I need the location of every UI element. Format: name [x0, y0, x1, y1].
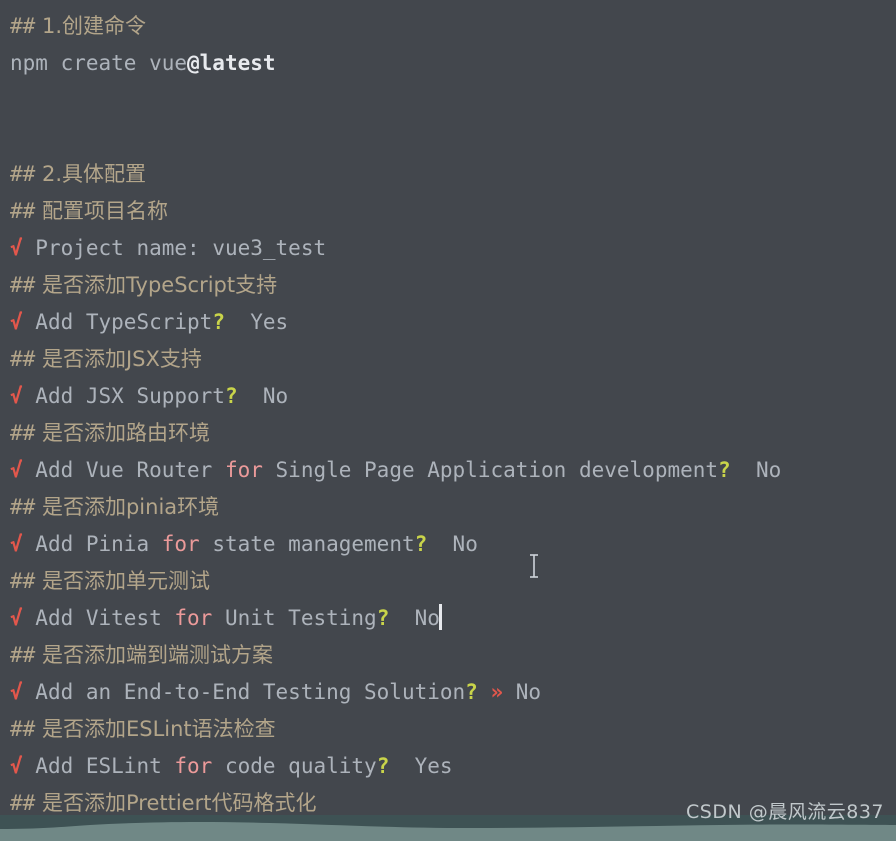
comment-text: 是否添加路由环境 — [35, 421, 210, 445]
blank-line[interactable] — [0, 119, 896, 156]
prompt-line[interactable]: √ Add TypeScript? Yes — [0, 304, 896, 341]
prompt-answer: Yes — [224, 310, 289, 334]
prompt-line[interactable]: npm create vue@latest — [0, 45, 896, 82]
prompt-answer: No — [730, 458, 782, 482]
checkmark-icon: √ — [10, 680, 23, 704]
comment-text: 2.具体配置 — [35, 162, 147, 186]
prompt-answer: No — [427, 532, 478, 556]
question-mark: ? — [718, 458, 731, 482]
comment-hash: ## — [10, 14, 36, 38]
prompt-line[interactable]: √ Add Pinia for state management? No — [0, 526, 896, 563]
comment-line[interactable]: ## 是否添加JSX支持 — [0, 341, 896, 378]
prompt-label-tail: state management — [199, 532, 415, 556]
prompt-label: Add Vue Router — [22, 458, 225, 482]
prompt-label: Add Vitest — [22, 606, 175, 630]
prompt-line[interactable]: √ Add JSX Support? No — [0, 378, 896, 415]
question-mark: ? — [414, 532, 428, 556]
comment-text: 是否添加单元测试 — [35, 569, 210, 593]
comment-hash: ## — [10, 569, 36, 593]
comment-hash: ## — [10, 717, 36, 741]
prompt-label: Add Pinia — [22, 532, 162, 556]
prompt-label-tail: Unit Testing — [212, 606, 377, 630]
prompt-answer: Yes — [389, 754, 453, 778]
comment-hash: ## — [10, 643, 36, 667]
prompt-answer: No — [389, 606, 440, 630]
prompt-line[interactable]: √ Project name: vue3_test — [0, 230, 896, 267]
prompt-keyword: for — [174, 754, 213, 778]
code-editor-screenshot: ## 1.创建命令 npm create vue@latest ## 2.具体配置… — [0, 0, 896, 841]
comment-hash: ## — [10, 199, 36, 223]
checkmark-icon: √ — [10, 384, 23, 408]
prompt-keyword: for — [224, 458, 263, 482]
comment-hash: ## — [10, 273, 36, 297]
comment-line[interactable]: ## 是否添加TypeScript支持 — [0, 267, 896, 304]
question-mark: ? — [376, 754, 390, 778]
checkmark-icon: √ — [10, 236, 23, 260]
double-chevron-icon: » — [477, 680, 504, 704]
comment-line[interactable]: ## 是否添加单元测试 — [0, 563, 896, 600]
comment-text: 是否添加Prettiert代码格式化 — [35, 791, 317, 815]
checkmark-icon: √ — [10, 532, 23, 556]
comment-hash: ## — [10, 162, 36, 186]
comment-line[interactable]: ## 是否添加ESLint语法检查 — [0, 711, 896, 748]
prompt-label: Project name: — [22, 236, 213, 260]
prompt-label: Add TypeScript — [22, 310, 213, 334]
comment-line[interactable]: ## 2.具体配置 — [0, 156, 896, 193]
command-version-tag: @latest — [187, 51, 276, 75]
question-mark: ? — [212, 310, 225, 334]
prompt-answer: No — [503, 680, 542, 704]
question-mark: ? — [465, 680, 478, 704]
prompt-line[interactable]: √ Add Vue Router for Single Page Applica… — [0, 452, 896, 489]
comment-line[interactable]: ## 是否添加端到端测试方案 — [0, 637, 896, 674]
comment-hash: ## — [10, 347, 36, 371]
comment-hash: ## — [10, 791, 36, 815]
command-plain: npm create vue — [10, 51, 188, 75]
comment-line[interactable]: ## 1.创建命令 — [0, 8, 896, 45]
checkmark-icon: √ — [10, 606, 23, 630]
comment-text: 是否添加JSX支持 — [35, 347, 202, 371]
comment-line[interactable]: ## 是否添加路由环境 — [0, 415, 896, 452]
comment-hash: ## — [10, 495, 36, 519]
prompt-label: Add an End-to-End Testing Solution — [22, 680, 466, 704]
checkmark-icon: √ — [10, 754, 23, 778]
prompt-label-tail: code quality — [212, 754, 377, 778]
checkmark-icon: √ — [10, 310, 23, 334]
prompt-answer: No — [237, 384, 289, 408]
prompt-keyword: for — [161, 532, 200, 556]
csdn-watermark: CSDN @晨风流云837 — [686, 801, 884, 823]
prompt-keyword: for — [174, 606, 213, 630]
prompt-answer: vue3_test — [212, 236, 327, 260]
prompt-label: Add ESLint — [22, 754, 175, 778]
blank-line[interactable] — [0, 82, 896, 119]
prompt-line[interactable]: √ Add ESLint for code quality? Yes — [0, 748, 896, 785]
comment-text: 是否添加端到端测试方案 — [35, 643, 273, 667]
prompt-line[interactable]: √ Add an End-to-End Testing Solution? » … — [0, 674, 896, 711]
comment-hash: ## — [10, 421, 36, 445]
question-mark: ? — [376, 606, 390, 630]
comment-text: 1.创建命令 — [35, 14, 147, 38]
prompt-label: Add JSX Support — [22, 384, 225, 408]
comment-line[interactable]: ## 是否添加pinia环境 — [0, 489, 896, 526]
checkmark-icon: √ — [10, 458, 23, 482]
comment-line[interactable]: ## 配置项目名称 — [0, 193, 896, 230]
comment-text: 是否添加TypeScript支持 — [35, 273, 278, 297]
prompt-label-tail: Single Page Application development — [262, 458, 719, 482]
text-caret — [438, 604, 442, 630]
comment-text: 是否添加pinia环境 — [35, 495, 220, 519]
prompt-line[interactable]: √ Add Vitest for Unit Testing? No — [0, 600, 896, 637]
comment-text: 配置项目名称 — [35, 199, 168, 223]
comment-text: 是否添加ESLint语法检查 — [35, 717, 276, 741]
question-mark: ? — [224, 384, 238, 408]
code-content[interactable]: ## 1.创建命令 npm create vue@latest ## 2.具体配置… — [0, 0, 896, 841]
